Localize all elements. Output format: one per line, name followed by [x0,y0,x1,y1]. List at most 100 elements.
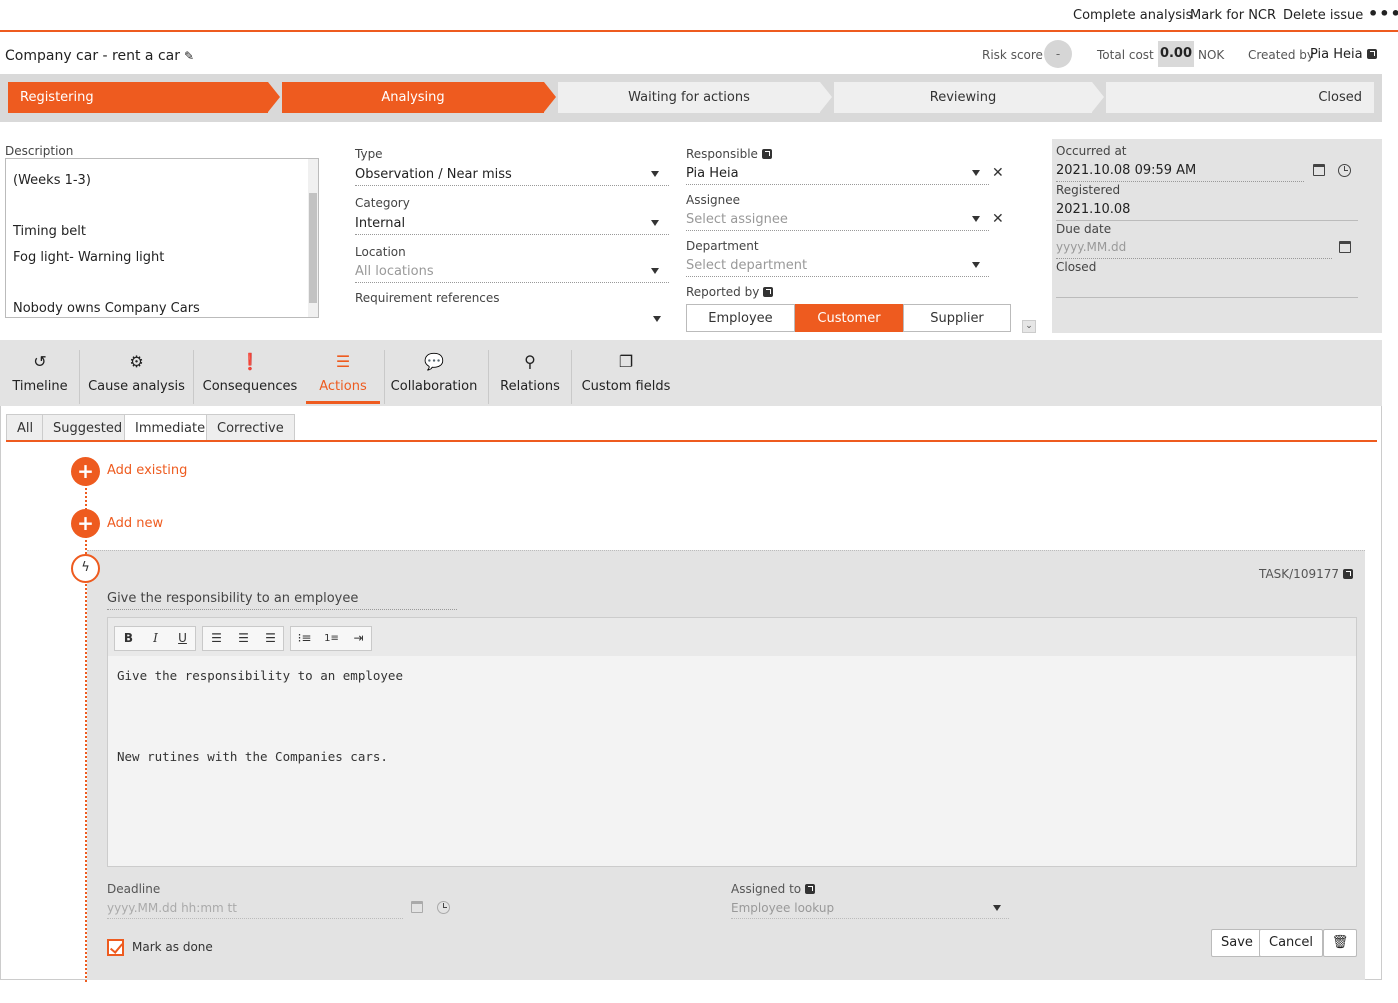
mark-for-ncr-button[interactable]: Mark for NCR [1190,8,1276,23]
reported-by-employee[interactable]: Employee [686,304,795,332]
responsible-label-text: Responsible [686,147,758,161]
deadline-input[interactable]: yyyy.MM.dd hh:mm tt [107,901,237,915]
calendar-icon[interactable] [1313,164,1325,176]
indent-icon[interactable]: ⇥ [345,627,372,650]
save-button[interactable]: Save [1211,929,1263,957]
assignee-select[interactable]: Select assignee [686,212,788,227]
due-date-input[interactable]: yyyy.MM.dd [1056,240,1126,254]
workflow-step-registering[interactable]: Registering [8,82,268,113]
mark-as-done-label: Mark as done [132,940,213,954]
issue-title-text: Company car - rent a car [5,48,180,64]
edit-pencil-icon[interactable]: ✎ [184,49,194,63]
chevron-down-icon[interactable] [972,216,980,222]
add-existing-icon[interactable]: + [71,457,100,486]
occurred-at-input[interactable]: 2021.10.08 09:59 AM [1056,163,1196,178]
type-select[interactable]: Observation / Near miss [355,167,512,182]
responsible-underline [686,184,989,185]
chevron-down-icon[interactable] [993,905,1001,911]
add-new-icon[interactable]: + [71,509,100,538]
underline-icon[interactable]: U [169,627,196,650]
tab-label: Relations [500,379,560,394]
task-rich-text-editor[interactable]: B I U ☰ ☰ ☰ ⁝≡ 1≡ ⇥ Give the responsibil… [107,617,1357,867]
tab-consequences[interactable]: ❗ Consequences [198,340,302,404]
italic-icon[interactable]: I [142,627,169,650]
workflow-step-waiting-for-actions[interactable]: Waiting for actions [558,82,820,113]
align-group: ☰ ☰ ☰ [202,626,284,651]
total-cost-label: Total cost [1097,48,1154,62]
subtab-all[interactable]: All [6,414,45,441]
issue-title[interactable]: Company car - rent a car ✎ [5,48,194,64]
bullet-list-icon[interactable]: ⁝≡ [291,627,318,650]
description-scroll-thumb[interactable] [309,193,317,303]
task-id[interactable]: TASK/109177 [1259,567,1353,581]
workflow-chevron [820,82,832,112]
clear-assignee-icon[interactable]: ✕ [992,211,1004,227]
chevron-down-icon[interactable] [651,171,659,177]
complete-analysis-button[interactable]: Complete analysis [1073,8,1192,23]
custom-fields-icon: ❐ [618,352,634,371]
chevron-down-icon[interactable] [972,170,980,176]
tab-timeline[interactable]: ↺ Timeline [5,340,75,404]
open-external-icon[interactable] [805,884,816,894]
chevron-down-icon[interactable] [651,220,659,226]
task-title-input[interactable]: Give the responsibility to an employee [107,591,358,606]
description-textarea[interactable]: (Weeks 1-3) Timing belt Fog light- Warni… [5,158,319,318]
add-existing-link[interactable]: Add existing [107,463,187,478]
add-new-link[interactable]: Add new [107,516,163,531]
calendar-icon[interactable] [1339,241,1351,253]
type-underline [355,185,669,186]
workflow-step-reviewing[interactable]: Reviewing [834,82,1092,113]
location-select[interactable]: All locations [355,264,434,279]
align-center-icon[interactable]: ☰ [230,627,257,650]
open-external-icon[interactable] [1343,569,1353,579]
tab-label: Cause analysis [88,379,185,394]
risk-score-label: Risk score [982,48,1043,62]
open-external-icon[interactable] [763,287,774,297]
assigned-to-select[interactable]: Employee lookup [731,901,834,915]
more-options-icon[interactable]: ••• [1368,4,1398,23]
tab-cause-analysis[interactable]: ⚙ Cause analysis [84,340,189,404]
deadline-label: Deadline [107,882,161,896]
delete-task-button[interactable]: 🗑 [1323,929,1357,957]
chevron-down-icon[interactable] [972,262,980,268]
chat-icon: 💬 [424,352,444,371]
subtab-corrective[interactable]: Corrective [206,414,295,441]
tab-label: Custom fields [581,379,671,394]
responsible-select[interactable]: Pia Heia [686,166,739,181]
clock-icon[interactable] [1338,164,1351,177]
tab-actions[interactable]: ☰ Actions [306,340,380,404]
cancel-button[interactable]: Cancel [1259,929,1324,957]
tab-relations[interactable]: ⚲ Relations [493,340,567,404]
subtab-suggested[interactable]: Suggested [42,414,134,441]
workflow-step-analysing[interactable]: Analysing [282,82,544,113]
align-right-icon[interactable]: ☰ [257,627,284,650]
workflow-step-closed[interactable]: Closed [1106,82,1374,113]
open-external-icon[interactable] [1366,49,1377,59]
description-label: Description [5,144,74,158]
issue-tabs: ↺ Timeline ⚙ Cause analysis ❗ Consequences … [0,340,1382,406]
assignee-underline [686,230,989,231]
open-external-icon[interactable] [761,149,772,159]
clear-responsible-icon[interactable]: ✕ [992,165,1004,181]
created-by-name[interactable]: Pia Heia [1310,47,1377,62]
reported-by-supplier[interactable]: Supplier [903,304,1011,332]
bold-icon[interactable]: B [115,627,142,650]
chevron-down-icon[interactable] [651,268,659,274]
align-left-icon[interactable]: ☰ [203,627,230,650]
tab-custom-fields[interactable]: ❐ Custom fields [576,340,676,404]
category-select[interactable]: Internal [355,216,405,231]
description-scrollbar[interactable] [308,159,318,317]
requirement-references-dropdown[interactable] [653,316,661,322]
subtab-immediate[interactable]: Immediate [124,414,217,441]
reported-by-customer[interactable]: Customer [795,304,903,332]
calendar-icon[interactable] [411,901,423,913]
tab-divider [193,350,194,404]
delete-issue-button[interactable]: Delete issue [1283,8,1363,23]
tab-collaboration[interactable]: 💬 Collaboration [389,340,479,404]
clock-icon[interactable] [437,901,450,914]
numbered-list-icon[interactable]: 1≡ [318,627,345,650]
department-select[interactable]: Select department [686,258,807,273]
risk-score-badge[interactable]: - [1044,40,1072,68]
expand-chevron-icon[interactable]: ⌄ [1022,320,1036,333]
mark-as-done-checkbox[interactable] [107,939,124,956]
